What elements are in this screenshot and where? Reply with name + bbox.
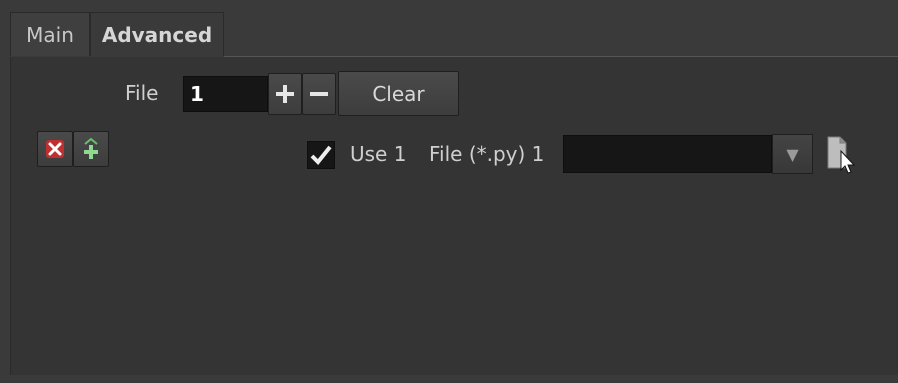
file-count-value: 1 bbox=[190, 82, 204, 106]
remove-instance-button[interactable] bbox=[37, 131, 73, 167]
tab-advanced-label: Advanced bbox=[101, 22, 213, 47]
file-browse-button[interactable] bbox=[826, 134, 860, 176]
bottom-border bbox=[0, 375, 898, 383]
tab-main-label: Main bbox=[26, 22, 74, 47]
clear-button-label: Clear bbox=[372, 81, 425, 106]
tab-main[interactable]: Main bbox=[10, 12, 90, 56]
remove-file-button[interactable] bbox=[302, 73, 336, 115]
file-path-input[interactable] bbox=[563, 135, 772, 173]
checkmark-icon bbox=[310, 145, 332, 165]
chevron-down-icon: ▼ bbox=[786, 144, 799, 164]
tab-advanced[interactable]: Advanced bbox=[90, 12, 224, 56]
clear-button[interactable]: Clear bbox=[338, 71, 459, 116]
plus-icon bbox=[276, 85, 294, 103]
minus-icon bbox=[310, 92, 328, 96]
file-count-field[interactable]: 1 bbox=[183, 76, 268, 112]
tab-bar: Main Advanced bbox=[10, 12, 898, 57]
add-file-button[interactable] bbox=[268, 73, 302, 115]
remove-x-icon bbox=[46, 140, 64, 158]
file-browse-icon bbox=[827, 136, 856, 174]
file-label: File bbox=[125, 81, 159, 105]
file-dropdown-button[interactable]: ▼ bbox=[772, 134, 813, 174]
insert-instance-button[interactable] bbox=[73, 131, 109, 167]
use-label: Use 1 bbox=[350, 142, 407, 166]
file-path-label: File (*.py) 1 bbox=[429, 142, 545, 166]
use-checkbox[interactable] bbox=[307, 141, 335, 169]
insert-plus-icon bbox=[84, 137, 98, 159]
